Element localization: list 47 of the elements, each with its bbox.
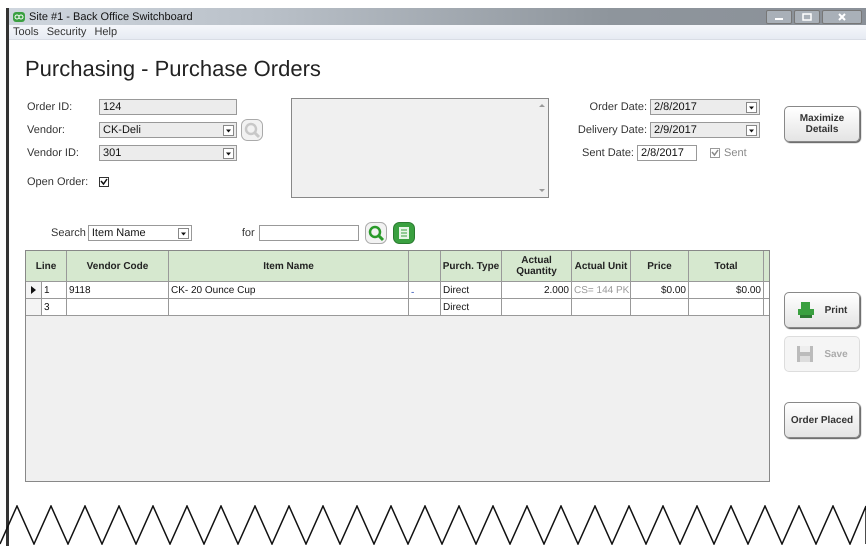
dropdown-field[interactable]: CK-Deli — [99, 122, 237, 138]
menu-item[interactable]: Security — [46, 26, 86, 38]
checkbox[interactable] — [99, 177, 109, 187]
print-button[interactable]: Print — [784, 292, 860, 328]
field-label: Vendor: — [27, 124, 66, 136]
list-icon[interactable] — [392, 222, 415, 244]
search-by-dropdown[interactable]: Item Name — [88, 225, 192, 241]
maximize-button[interactable] — [794, 10, 820, 24]
action-button[interactable]: Maximize Details — [784, 106, 860, 142]
checkbox-label: Sent — [724, 147, 747, 159]
window-title: Site #1 - Back Office Switchboard — [29, 10, 193, 22]
caret-icon — [746, 102, 757, 112]
row-pointer-icon — [31, 286, 36, 294]
caret-icon — [178, 228, 189, 238]
close-icon — [837, 12, 847, 20]
caret-icon — [223, 148, 234, 158]
date-dropdown[interactable]: 2/9/2017 — [650, 122, 760, 138]
caret-icon — [746, 124, 757, 136]
field-label: Order Date: — [590, 101, 647, 113]
field-label: Delivery Date: — [578, 124, 647, 136]
minimize-button[interactable] — [766, 10, 792, 24]
table-cell: 3 — [42, 299, 67, 315]
search-icon[interactable] — [364, 222, 387, 244]
menu-item[interactable]: Help — [94, 26, 118, 38]
menu-item[interactable]: Tools — [13, 26, 39, 38]
action-button[interactable]: Order Placed — [784, 402, 860, 438]
field-label: Order ID: — [27, 101, 74, 113]
field-label: Sent Date: — [582, 147, 634, 159]
row-selector[interactable] — [26, 282, 42, 298]
date-field[interactable]: 2/8/2017 — [637, 145, 697, 161]
maximize-icon — [802, 12, 812, 20]
dropdown-field[interactable]: 301 — [99, 145, 237, 161]
text-field[interactable]: 124 — [99, 99, 237, 115]
field-label: Open Order: — [27, 176, 90, 188]
search-field[interactable] — [258, 225, 359, 241]
printer-icon — [796, 301, 815, 319]
page-title: Purchasing - Purchase Orders — [25, 56, 321, 82]
notes-box[interactable] — [291, 98, 549, 198]
app-icon — [13, 12, 25, 22]
search-label: Search — [51, 227, 86, 239]
date-dropdown[interactable]: 2/8/2017 — [650, 99, 760, 115]
table-cell: Direct — [441, 299, 502, 315]
close-button[interactable] — [822, 10, 862, 24]
search-icon[interactable] — [241, 119, 263, 141]
field-label: Vendor ID: — [27, 147, 80, 159]
for-label: for — [242, 227, 255, 239]
caret-icon — [223, 124, 234, 136]
